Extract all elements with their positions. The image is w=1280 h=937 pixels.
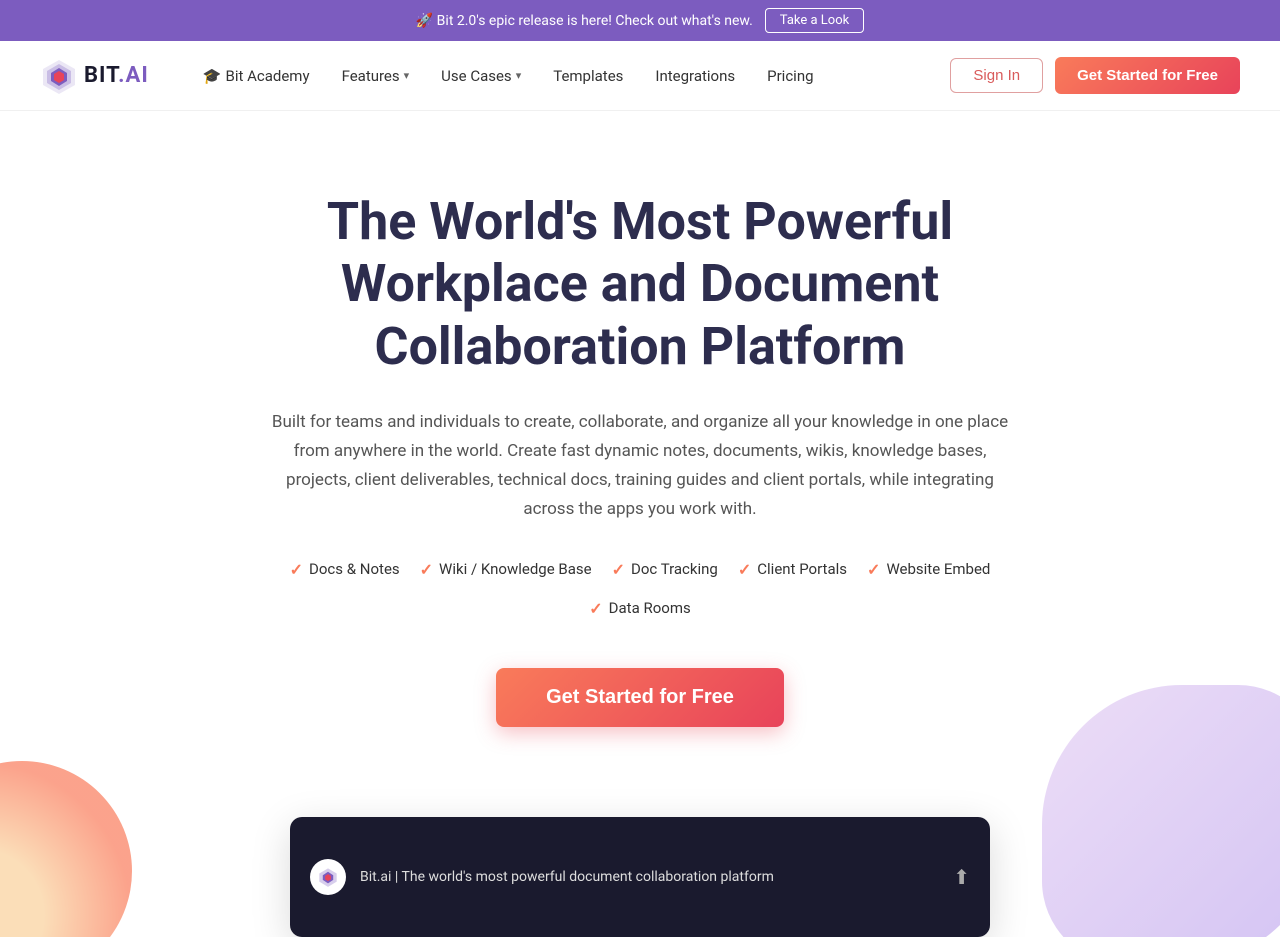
feature-badge-client-portals: ✓ Client Portals xyxy=(738,560,847,579)
logo[interactable]: BIT.AI xyxy=(40,57,149,95)
nav-item-features[interactable]: Features ▾ xyxy=(328,59,424,93)
feature-badge-doc-tracking: ✓ Doc Tracking xyxy=(612,560,718,579)
feature-badge-website-embed: ✓ Website Embed xyxy=(867,560,990,579)
check-icon: ✓ xyxy=(738,560,751,579)
check-icon: ✓ xyxy=(867,560,880,579)
video-placeholder: Bit.ai | The world's most powerful docum… xyxy=(290,817,990,937)
check-icon: ✓ xyxy=(290,560,303,579)
check-icon: ✓ xyxy=(589,599,602,618)
bg-decoration-left xyxy=(0,761,132,937)
nav-item-use-cases[interactable]: Use Cases ▾ xyxy=(427,59,535,93)
get-started-cta-button[interactable]: Get Started for Free xyxy=(496,668,784,727)
video-logo-icon xyxy=(310,859,346,895)
hero-content: The World's Most Powerful Workplace and … xyxy=(190,111,1090,817)
cta-section: Get Started for Free xyxy=(230,668,1050,727)
chevron-down-icon: ▾ xyxy=(516,69,522,82)
get-started-nav-button[interactable]: Get Started for Free xyxy=(1055,57,1240,94)
chevron-down-icon: ▾ xyxy=(404,69,410,82)
nav-item-integrations[interactable]: Integrations xyxy=(641,59,749,93)
nav-item-bit-academy[interactable]: 🎓 Bit Academy xyxy=(189,59,324,93)
nav-item-pricing[interactable]: Pricing xyxy=(753,59,827,93)
feature-badge-wiki-kb: ✓ Wiki / Knowledge Base xyxy=(420,560,592,579)
navbar: BIT.AI 🎓 Bit Academy Features ▾ Use Case… xyxy=(0,41,1280,111)
feature-badge-data-rooms: ✓ Data Rooms xyxy=(589,599,690,618)
check-icon: ✓ xyxy=(420,560,433,579)
feature-badge-docs-notes: ✓ Docs & Notes xyxy=(290,560,400,579)
hero-subtitle: Built for teams and individuals to creat… xyxy=(265,408,1015,524)
nav-links: 🎓 Bit Academy Features ▾ Use Cases ▾ Tem… xyxy=(189,59,951,93)
announcement-text: 🚀 Bit 2.0's epic release is here! Check … xyxy=(416,13,753,29)
announcement-bar: 🚀 Bit 2.0's epic release is here! Check … xyxy=(0,0,1280,41)
share-icon[interactable]: ⬆ xyxy=(953,865,970,889)
logo-text: BIT.AI xyxy=(84,63,149,88)
hero-section: The World's Most Powerful Workplace and … xyxy=(0,111,1280,937)
check-icon: ✓ xyxy=(612,560,625,579)
feature-badges: ✓ Docs & Notes ✓ Wiki / Knowledge Base ✓… xyxy=(230,560,1050,618)
nav-actions: Sign In Get Started for Free xyxy=(950,57,1240,94)
nav-item-templates[interactable]: Templates xyxy=(539,59,637,93)
video-caption: Bit.ai | The world's most powerful docum… xyxy=(360,869,774,885)
announcement-cta[interactable]: Take a Look xyxy=(765,8,864,33)
sign-in-button[interactable]: Sign In xyxy=(950,58,1043,93)
graduation-icon: 🎓 xyxy=(203,67,222,85)
video-section[interactable]: Bit.ai | The world's most powerful docum… xyxy=(290,817,990,937)
logo-icon xyxy=(40,57,78,95)
hero-title: The World's Most Powerful Workplace and … xyxy=(230,191,1050,378)
